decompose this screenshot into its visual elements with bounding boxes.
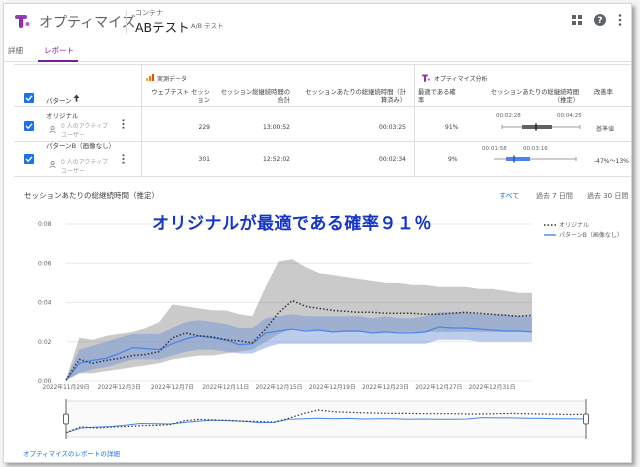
active-users-text: 0 人のアクティブユーザー — [61, 123, 109, 139]
variant-checkbox[interactable] — [24, 154, 34, 164]
variants-table: 実測データ オプティマイズ分析 パターン ウェブテスト セッション セッション総… — [4, 62, 631, 180]
chart-title: セッションあたりの総継続時間（推定） — [24, 191, 159, 200]
ci-high-label: 00:03:16 — [523, 146, 548, 152]
header-row-border — [14, 106, 631, 107]
ci-low-label: 00:01:58 — [482, 146, 507, 152]
experiment-type: A/B テスト — [191, 22, 224, 30]
x-tick-label: 2022年12月3日 — [98, 383, 141, 391]
duration-chart: 0:00 0:02 0:04 0:06 0:08 2022年11月29日 2022年12月3… — [38, 221, 623, 439]
top-app-bar: オプティマイズ コンテナ ABテスト A/B テスト ? — [4, 4, 631, 38]
optimize-report-window: オプティマイズ コンテナ ABテスト A/B テスト ? 詳細 レポート 実測デ… — [3, 3, 632, 463]
active-users-text: 0 人のアクティブユーザー — [61, 159, 109, 175]
app-name: オプティマイズ — [39, 15, 136, 31]
improvement-value: 基準値 — [596, 126, 615, 133]
x-tick-label: 2022年12月15日 — [256, 383, 303, 391]
group-divider-left — [141, 64, 142, 176]
experiment-title[interactable]: ABテスト — [135, 17, 190, 36]
ci-band-variant-b — [66, 312, 532, 381]
row-menu-icon[interactable] — [122, 154, 125, 164]
optimize-analysis-icon — [422, 74, 430, 82]
variant-column-header[interactable]: パターン — [46, 95, 72, 105]
improvement-value: -47%～13% — [594, 158, 629, 165]
col-header-improvement[interactable]: 改善率 — [594, 89, 630, 97]
y-tick-label: 0:04 — [38, 300, 52, 307]
optimize-logo-icon — [15, 15, 30, 28]
group-header-observed: 実測データ — [157, 76, 188, 83]
x-tick-label: 2022年12月11日 — [202, 383, 249, 391]
ci-bar-variant-b — [494, 155, 577, 163]
prob-best-value: 91% — [445, 124, 459, 131]
row-menu-icon[interactable] — [122, 119, 125, 129]
per-session-value: 00:02:34 — [379, 156, 406, 163]
table-top-border — [14, 64, 631, 65]
select-all-checkbox[interactable] — [24, 93, 34, 103]
sessions-value: 229 — [198, 124, 210, 131]
table-bottom-border — [14, 176, 631, 177]
range-30days-button[interactable]: 過去 30 日間 — [587, 191, 628, 201]
x-tick-label: 2022年12月7日 — [151, 383, 194, 391]
person-icon — [49, 126, 56, 133]
apps-grid-icon[interactable] — [572, 15, 583, 26]
ci-low-label: 00:02:28 — [496, 113, 521, 119]
arrow-up-icon[interactable] — [73, 94, 80, 102]
tab-details[interactable]: 詳細 — [8, 45, 23, 56]
prob-best-value: 9% — [448, 156, 458, 163]
legend-label-variant-b: パターンB（画像なし） — [559, 231, 623, 239]
ci-high-label: 00:04:25 — [557, 113, 582, 119]
tab-report[interactable]: レポート — [44, 45, 74, 56]
svg-text:?: ? — [597, 16, 602, 26]
header-divider — [126, 10, 127, 34]
probability-annotation: オリジナルが最適である確率９１％ — [152, 214, 432, 234]
y-tick-label: 0:06 — [38, 260, 52, 267]
help-icon[interactable]: ? — [594, 14, 606, 26]
variant-name[interactable]: パターンB（画像なし） — [46, 142, 118, 151]
y-tick-label: 0:02 — [38, 339, 52, 346]
sessions-value: 301 — [198, 156, 210, 163]
col-header-sessions[interactable]: ウェブテスト セッション — [146, 89, 210, 105]
total-duration-value: 13:00:52 — [263, 124, 290, 131]
col-header-prob-best[interactable]: 最適である確率 — [418, 89, 458, 105]
x-tick-label: 2022年11月29日 — [43, 383, 90, 391]
range-7days-button[interactable]: 過去 7 日間 — [536, 191, 573, 201]
col-header-per-session[interactable]: セッションあたりの総継続時間（計算済み） — [304, 89, 406, 105]
report-details-link[interactable]: オプティマイズのレポートの詳細 — [23, 448, 120, 458]
variant-name[interactable]: オリジナル — [46, 110, 79, 120]
overview-navigator — [65, 400, 587, 438]
variant-checkbox[interactable] — [24, 121, 34, 131]
more-vert-icon[interactable] — [618, 14, 622, 26]
legend-label-original: オリジナル — [559, 222, 589, 229]
brush-handle-left[interactable] — [63, 413, 69, 425]
x-tick-label: 2022年12月31日 — [469, 383, 516, 391]
range-all-button[interactable]: すべて — [499, 191, 519, 201]
brush-handle-right[interactable] — [583, 413, 589, 425]
col-header-estimated[interactable]: セッションあたりの総継続時間（推定） — [479, 89, 579, 105]
x-tick-label: 2022年12月27日 — [415, 383, 462, 391]
y-tick-label: 0:00 — [38, 378, 52, 385]
y-tick-label: 0:08 — [38, 221, 52, 228]
x-tick-label: 2022年12月19日 — [309, 383, 356, 391]
x-tick-label: 2022年12月23日 — [362, 383, 409, 391]
total-duration-value: 12:52:02 — [263, 156, 290, 163]
group-header-optimize: オプティマイズ分析 — [434, 76, 488, 83]
group-divider-mid — [414, 64, 415, 176]
col-header-total-duration[interactable]: セッション総継続時間の合計 — [220, 89, 290, 105]
observed-data-icon — [146, 74, 154, 81]
ci-bar-original — [501, 123, 581, 131]
tab-bar: 詳細 レポート — [4, 38, 631, 62]
per-session-value: 00:03:25 — [379, 124, 406, 131]
person-icon — [49, 161, 56, 168]
